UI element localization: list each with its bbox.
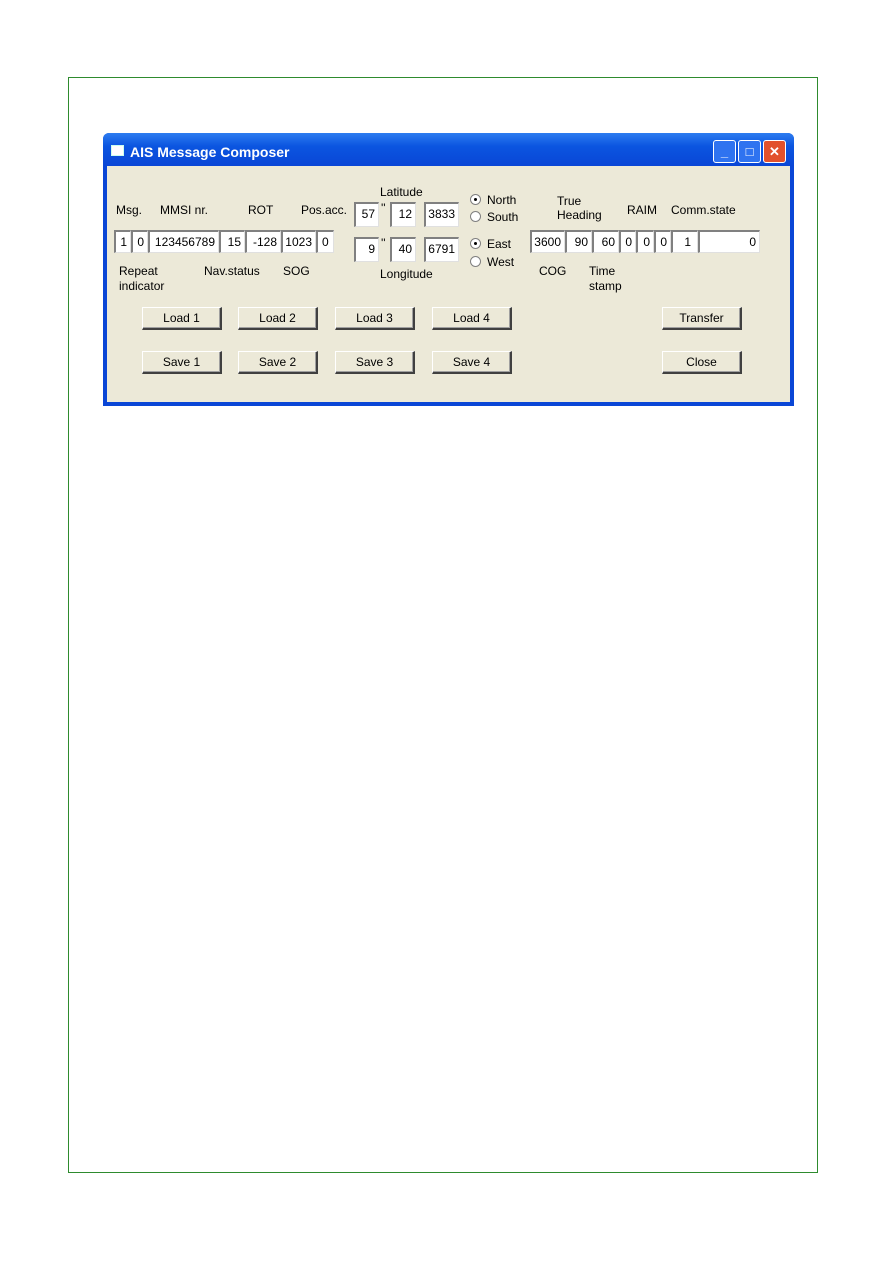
time-label: Time	[589, 264, 616, 278]
west-radio[interactable]	[470, 256, 481, 267]
south-label[interactable]: South	[487, 210, 518, 224]
mmsi-field[interactable]: 123456789	[148, 230, 219, 253]
cog-field[interactable]: 3600	[530, 230, 565, 253]
msg-label: Msg.	[116, 203, 143, 217]
comm-state-field[interactable]: 0	[698, 230, 760, 253]
load-1-button[interactable]: Load 1	[142, 307, 222, 330]
close-button[interactable]: Close	[662, 351, 742, 374]
north-radio[interactable]	[470, 194, 481, 205]
field-f2[interactable]: 0	[636, 230, 654, 253]
longitude-label: Longitude	[380, 267, 433, 281]
repeat-field[interactable]: 0	[131, 230, 148, 253]
rot-label: ROT	[248, 203, 274, 217]
window-title: AIS Message Composer	[130, 144, 290, 160]
load-4-button[interactable]: Load 4	[432, 307, 512, 330]
save-1-button[interactable]: Save 1	[142, 351, 222, 374]
west-label[interactable]: West	[487, 255, 514, 269]
true-label: True	[557, 194, 582, 208]
rot-field[interactable]: -128	[245, 230, 281, 253]
indicator-label: indicator	[119, 279, 165, 293]
south-radio[interactable]	[470, 211, 481, 222]
nav-status-label: Nav.status	[204, 264, 260, 278]
pos-acc-field[interactable]: 0	[316, 230, 334, 253]
raim-label: RAIM	[627, 203, 657, 217]
save-2-button[interactable]: Save 2	[238, 351, 318, 374]
lat-degree-mark: ''	[381, 201, 386, 215]
transfer-button[interactable]: Transfer	[662, 307, 742, 330]
app-icon	[111, 145, 124, 156]
load-3-button[interactable]: Load 3	[335, 307, 415, 330]
load-2-button[interactable]: Load 2	[238, 307, 318, 330]
east-label[interactable]: East	[487, 237, 511, 251]
nav-status-field[interactable]: 15	[219, 230, 245, 253]
lon-degree-mark: ''	[381, 236, 386, 250]
maximize-button[interactable]: □	[738, 140, 761, 163]
north-label[interactable]: North	[487, 193, 516, 207]
cog-label: COG	[539, 264, 567, 278]
time-stamp-field[interactable]: 60	[592, 230, 619, 253]
lat-min-field[interactable]: 12	[390, 202, 416, 227]
mmsi-label: MMSI nr.	[160, 203, 209, 217]
lon-frac-field[interactable]: 6791	[424, 237, 459, 262]
sog-field[interactable]: 1023	[281, 230, 316, 253]
comm-state-label: Comm.state	[671, 203, 736, 217]
lon-deg-field[interactable]: 9	[354, 237, 379, 262]
heading-label: Heading	[557, 208, 602, 222]
stamp-label: stamp	[589, 279, 622, 293]
east-radio[interactable]	[470, 238, 481, 249]
pos-acc-label: Pos.acc.	[301, 203, 348, 217]
save-4-button[interactable]: Save 4	[432, 351, 512, 374]
raim-field[interactable]: 0	[654, 230, 671, 253]
title-bar[interactable]: AIS Message Composer _ □ ✕	[103, 133, 794, 166]
field-f3[interactable]: 1	[671, 230, 698, 253]
true-heading-field[interactable]: 90	[565, 230, 592, 253]
lon-min-field[interactable]: 40	[390, 237, 416, 262]
lat-deg-field[interactable]: 57	[354, 202, 379, 227]
repeat-label: Repeat	[119, 264, 158, 278]
lat-frac-field[interactable]: 3833	[424, 202, 459, 227]
save-3-button[interactable]: Save 3	[335, 351, 415, 374]
msg-field[interactable]: 1	[114, 230, 131, 253]
sog-label: SOG	[283, 264, 310, 278]
field-f1[interactable]: 0	[619, 230, 636, 253]
minimize-button[interactable]: _	[713, 140, 736, 163]
latitude-label: Latitude	[380, 185, 423, 199]
close-window-button[interactable]: ✕	[763, 140, 786, 163]
